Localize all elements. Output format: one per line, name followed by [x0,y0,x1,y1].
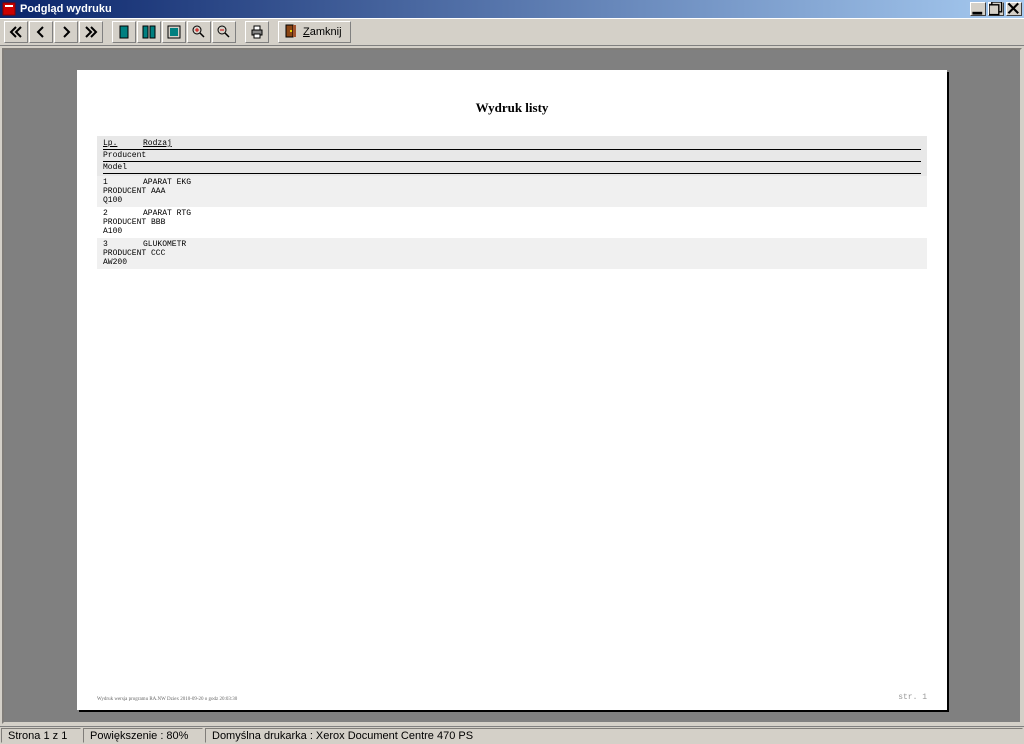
status-page: Strona 1 z 1 [1,728,81,743]
preview-page: Wydruk listy Lp. Rodzaj Producent Model … [77,70,947,710]
list-header: Lp. Rodzaj Producent Model [97,136,927,176]
zoom-in-button[interactable] [187,21,211,43]
prev-page-button[interactable] [29,21,53,43]
list-row: 1APARAT EKGPRODUCENT AAAQ100 [97,176,927,207]
titlebar: Podgląd wydruku [0,0,1024,18]
first-page-button[interactable] [4,21,28,43]
page-title: Wydruk listy [97,100,927,116]
last-page-button[interactable] [79,21,103,43]
header-model: Model [103,162,921,174]
toolbar-separator [237,21,245,43]
multi-page-button[interactable] [137,21,161,43]
single-page-button[interactable] [112,21,136,43]
header-lp: Lp. [103,139,143,148]
minimize-button[interactable] [970,2,986,16]
print-button[interactable] [245,21,269,43]
restore-button[interactable] [988,2,1004,16]
header-producent: Producent [103,150,921,162]
status-zoom: Powiększenie : 80% [83,728,203,743]
window-title: Podgląd wydruku [20,3,970,15]
toolbar-separator [104,21,112,43]
toolbar-separator [270,21,278,43]
fit-page-button[interactable] [162,21,186,43]
next-page-button[interactable] [54,21,78,43]
app-icon [2,2,16,16]
zoom-out-button[interactable] [212,21,236,43]
list-row: 2APARAT RTGPRODUCENT BBBA100 [97,207,927,238]
door-icon [283,23,299,42]
header-rodzaj: Rodzaj [143,139,172,148]
list-row: 3GLUKOMETRPRODUCENT CCCAW200 [97,238,927,269]
page-footer-right: str. 1 [898,693,927,702]
close-preview-button[interactable]: Zamknij [278,21,351,43]
page-footer-left: Wydruk wersja programu RA.NW Dziex 2010-… [97,697,237,702]
statusbar: Strona 1 z 1 Powiększenie : 80% Domyślna… [0,726,1024,744]
preview-area[interactable]: Wydruk listy Lp. Rodzaj Producent Model … [2,48,1022,724]
status-printer: Domyślna drukarka : Xerox Document Centr… [205,728,1023,743]
close-button-label: Zamknij [303,26,342,38]
toolbar: Zamknij [0,18,1024,46]
close-window-button[interactable] [1006,2,1022,16]
